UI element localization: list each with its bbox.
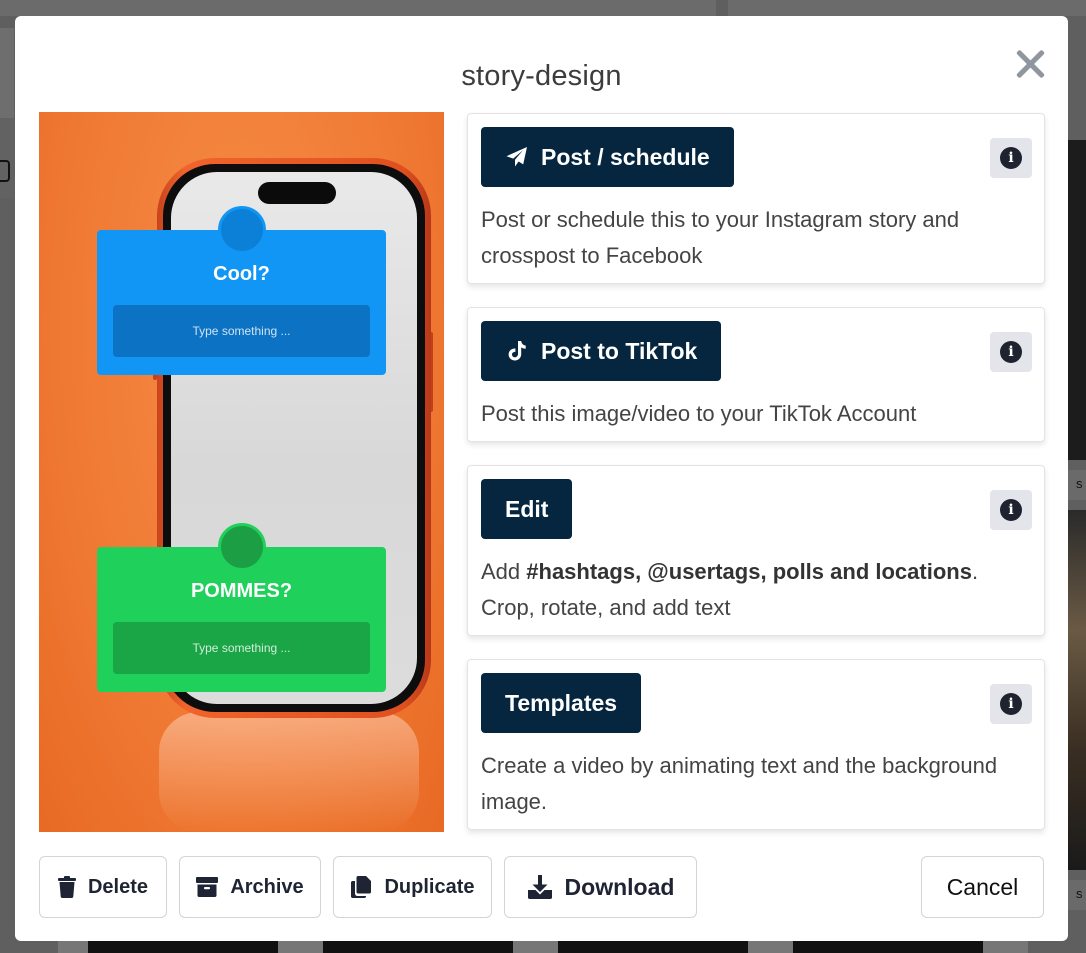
description-line-2: Crop, rotate, and add text [481, 595, 731, 620]
action-description: Add #hashtags, @usertags, polls and loca… [481, 554, 1024, 626]
delete-label: Delete [87, 875, 149, 898]
post-to-tiktok-button[interactable]: Post to TikTok [481, 321, 722, 381]
action-card-edit: Edit i Add #hashtags, @usertags, polls a… [467, 465, 1045, 636]
archive-button[interactable]: Archive [179, 856, 321, 918]
backdrop-header [0, 0, 716, 16]
description-bold-text: #hashtags, @usertags, polls and location… [526, 559, 972, 584]
info-icon: i [1000, 693, 1022, 715]
question-sticker-bottom: POMMES? Type something ... [97, 523, 386, 692]
paper-plane-icon [506, 147, 527, 167]
phone-reflection [159, 712, 419, 832]
cancel-button[interactable]: Cancel [921, 856, 1044, 918]
duplicate-button[interactable]: Duplicate [333, 856, 492, 918]
backdrop-thumbnail [1068, 140, 1086, 460]
edit-button[interactable]: Edit [481, 479, 573, 539]
question-sticker-top: Cool? Type something ... [97, 206, 386, 375]
info-button[interactable]: i [990, 490, 1032, 530]
info-button[interactable]: i [990, 138, 1032, 178]
phone-dynamic-island [258, 182, 336, 204]
post-to-tiktok-label: Post to TikTok [541, 337, 698, 364]
action-description: Create a video by animating text and the… [481, 753, 998, 814]
action-description: Post this image/video to your TikTok Acc… [481, 401, 917, 426]
description-text: . [971, 559, 979, 584]
backdrop-header-right [728, 0, 1086, 16]
templates-label: Templates [505, 689, 618, 716]
copy-icon [351, 876, 372, 898]
info-button[interactable]: i [990, 684, 1032, 724]
backdrop-thumbnail-row [58, 941, 1086, 953]
sticker-title: Cool? [213, 263, 270, 285]
duplicate-label: Duplicate [384, 875, 475, 898]
backdrop-icon [0, 160, 10, 182]
backdrop-thumbnail [1068, 510, 1086, 870]
delete-button[interactable]: Delete [39, 856, 167, 918]
info-button[interactable]: i [990, 332, 1032, 372]
backdrop-panel [0, 28, 14, 118]
download-button[interactable]: Download [504, 856, 697, 918]
post-schedule-button[interactable]: Post / schedule [481, 127, 734, 187]
close-icon[interactable] [1013, 46, 1047, 80]
info-icon: i [1000, 499, 1022, 521]
download-icon [527, 875, 552, 899]
modal-title: story-design [461, 60, 622, 92]
templates-button[interactable]: Templates [481, 673, 642, 733]
backdrop-thumbnail-label: s [1068, 470, 1086, 500]
trash-icon [57, 876, 76, 898]
action-card-templates: Templates i Create a video by animating … [467, 659, 1045, 830]
tiktok-icon [508, 341, 526, 361]
cancel-label: Cancel [946, 873, 1019, 900]
info-icon: i [1000, 147, 1022, 169]
sticker-input: Type something ... [113, 622, 370, 674]
post-schedule-label: Post / schedule [541, 143, 710, 170]
sticker-avatar-dot [218, 206, 266, 254]
archive-box-icon [196, 877, 219, 897]
sticker-avatar-dot [218, 523, 266, 571]
info-icon: i [1000, 341, 1022, 363]
archive-label: Archive [230, 875, 304, 898]
sticker-title: POMMES? [190, 580, 293, 602]
action-card-post-schedule: Post / schedule i Post or schedule this … [467, 113, 1045, 284]
story-modal: story-design Cool? Type something ... PO… [15, 16, 1068, 941]
action-card-tiktok: Post to TikTok i Post this image/video t… [467, 307, 1045, 442]
story-preview-image: Cool? Type something ... POMMES? Type so… [39, 112, 444, 832]
backdrop-panel [0, 118, 14, 198]
sticker-input: Type something ... [113, 305, 370, 357]
description-text: Add [481, 559, 527, 584]
backdrop-thumbnail-label: s [1068, 880, 1086, 910]
download-label: Download [564, 873, 675, 900]
edit-label: Edit [505, 495, 549, 522]
action-description: Post or schedule this to your Instagram … [481, 207, 960, 268]
